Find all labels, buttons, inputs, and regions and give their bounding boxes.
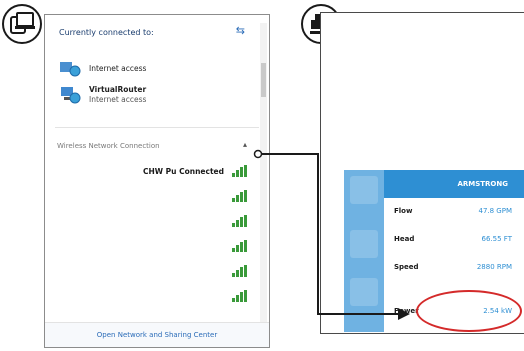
connector-arrow — [253, 149, 410, 320]
